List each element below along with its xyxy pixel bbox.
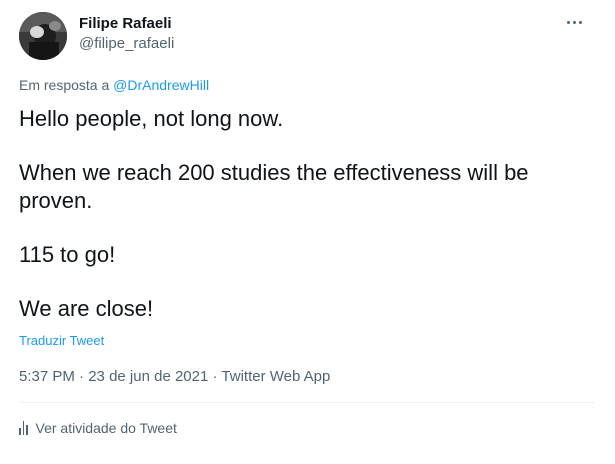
author-display-name[interactable]: Filipe Rafaeli — [79, 14, 174, 34]
analytics-icon — [19, 421, 28, 435]
reply-context: Em resposta a @DrAndrewHill — [19, 75, 209, 95]
translate-tweet-link[interactable]: Traduzir Tweet — [19, 332, 104, 350]
tweet-paragraph: We are close! — [19, 296, 154, 321]
meta-separator: · — [74, 368, 89, 385]
tweet-source[interactable]: Twitter Web App — [221, 368, 330, 385]
tweet-date[interactable]: 23 de jun de 2021 — [88, 368, 208, 385]
tweet-text: Hello people, not long now. When we reac… — [19, 105, 589, 323]
tweet-paragraph: 115 to go! — [19, 242, 116, 267]
divider — [19, 402, 594, 403]
reply-prefix: Em resposta a — [19, 77, 114, 93]
tweet-paragraph: When we reach 200 studies the effectiven… — [19, 160, 529, 213]
tweet-time[interactable]: 5:37 PM — [19, 368, 75, 385]
tweet-metadata: 5:37 PM · 23 de jun de 2021 · Twitter We… — [19, 367, 330, 387]
tweet-activity-label: Ver atividade do Tweet — [35, 420, 177, 436]
author-block: Filipe Rafaeli @filipe_rafaeli — [79, 14, 174, 54]
more-horizontal-icon — [566, 20, 570, 24]
avatar[interactable] — [19, 12, 67, 60]
tweet-paragraph: Hello people, not long now. — [19, 106, 284, 131]
author-handle[interactable]: @filipe_rafaeli — [79, 34, 174, 54]
avatar-photo — [19, 12, 67, 60]
tweet-activity-link[interactable]: Ver atividade do Tweet — [19, 418, 177, 438]
reply-mention-link[interactable]: @DrAndrewHill — [113, 77, 209, 93]
tweet-detail: Filipe Rafaeli @filipe_rafaeli Em respos… — [0, 0, 615, 464]
meta-separator: · — [208, 368, 222, 385]
more-options-button[interactable] — [560, 10, 588, 34]
